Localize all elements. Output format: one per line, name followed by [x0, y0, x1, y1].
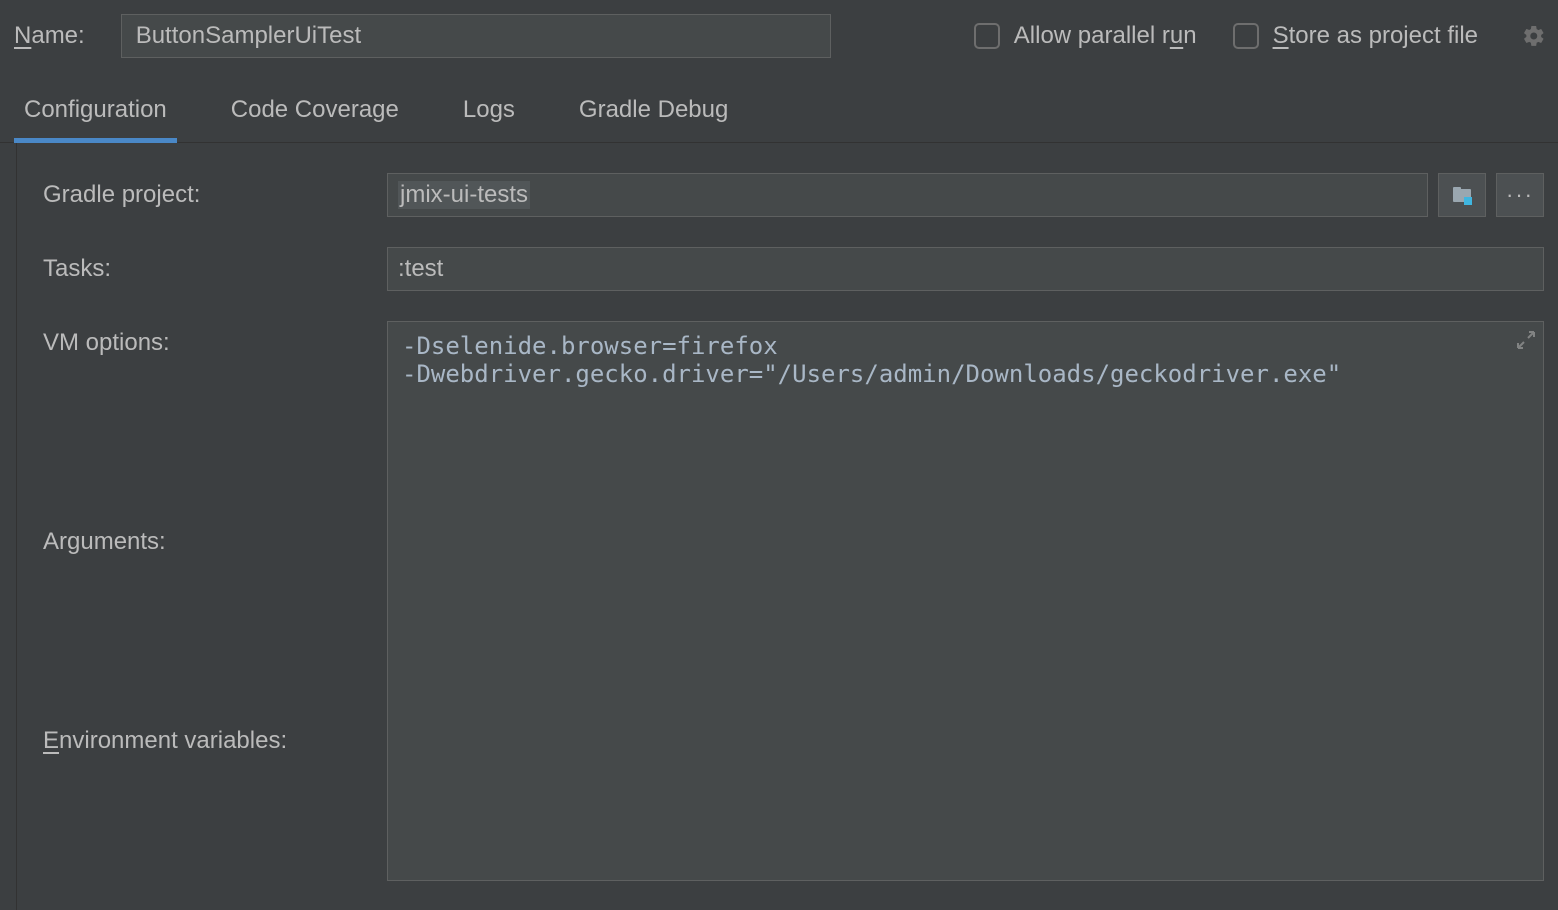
tasks-input[interactable]: [387, 247, 1544, 291]
tab-configuration[interactable]: Configuration: [14, 96, 177, 142]
tab-code-coverage[interactable]: Code Coverage: [221, 96, 409, 142]
vm-options-textarea[interactable]: [387, 321, 1544, 881]
gradle-project-label: Gradle project:: [43, 173, 363, 217]
vm-options-label: VM options:: [43, 321, 363, 490]
tab-bar: Configuration Code Coverage Logs Gradle …: [0, 72, 1558, 143]
environment-variables-label: Environment variables:: [43, 719, 363, 888]
allow-parallel-run-checkbox[interactable]: Allow parallel run: [974, 22, 1197, 50]
tab-gradle-debug[interactable]: Gradle Debug: [569, 96, 738, 142]
checkbox-icon: [974, 23, 1000, 49]
store-as-project-file-checkbox[interactable]: Store as project file: [1233, 22, 1478, 50]
tab-logs[interactable]: Logs: [453, 96, 525, 142]
allow-parallel-run-label: Allow parallel run: [1014, 22, 1197, 50]
checkbox-icon: [1233, 23, 1259, 49]
gradle-project-browse-button[interactable]: ···: [1496, 173, 1544, 217]
gradle-project-input[interactable]: jmix-ui-tests: [387, 173, 1428, 217]
name-label: Name:: [14, 22, 85, 50]
gradle-project-picker-button[interactable]: [1438, 173, 1486, 217]
expand-icon[interactable]: [1516, 329, 1536, 349]
store-as-project-file-label: Store as project file: [1273, 22, 1478, 50]
name-input[interactable]: [121, 14, 831, 58]
tasks-label: Tasks:: [43, 247, 363, 291]
arguments-label: Arguments:: [43, 520, 363, 689]
gear-icon[interactable]: [1520, 22, 1548, 50]
